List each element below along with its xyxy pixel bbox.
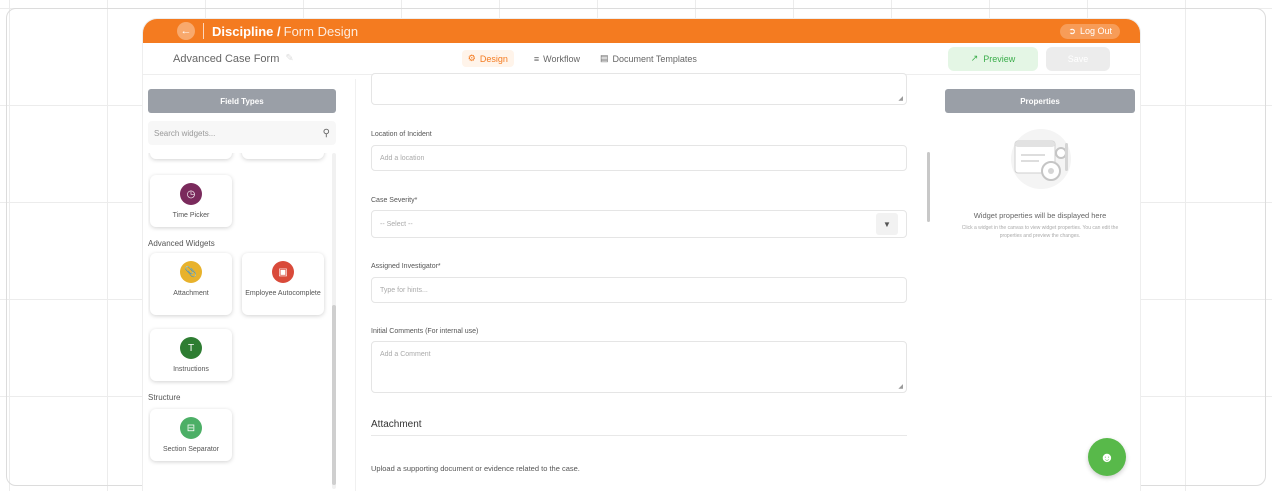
separator-icon: ⊟ [180,417,202,439]
tab-document-templates[interactable]: ▤ Document Templates [600,50,697,67]
save-label: Save [1067,53,1089,64]
comments-textarea[interactable]: Add a Comment ◢ [371,341,907,393]
textarea-field-partial[interactable]: ◢ [371,73,907,105]
tab-design[interactable]: ⚙ Design [461,50,514,67]
search-icon[interactable]: ⚲ [323,128,330,139]
edit-pencil-icon[interactable]: ✎ [285,53,293,64]
widget-search-input[interactable]: Search widgets... ⚲ [148,121,336,145]
widget-card-partial[interactable] [242,153,324,159]
investigator-placeholder: Type for hints... [380,286,428,294]
attachment-description: Upload a supporting document or evidence… [371,464,580,473]
tab-workflow[interactable]: ≡ Workflow [534,50,580,67]
investigator-input[interactable]: Type for hints... [371,277,907,303]
widget-label: Time Picker [172,212,210,219]
gear-icon: ⚙ [467,53,476,63]
settings-illustration-icon [1011,129,1071,189]
widget-list-scrollbar[interactable] [332,305,336,485]
comments-placeholder: Add a Comment [380,351,431,358]
advanced-widgets-heading: Advanced Widgets [148,239,215,248]
widget-employee-autocomplete[interactable]: ▣ Employee Autocomplete [242,253,324,315]
location-label: Location of Incident [371,131,432,138]
resize-handle-icon[interactable]: ◢ [898,383,903,390]
tab-label: Workflow [543,53,580,64]
module-title: Discipline / [212,23,281,39]
document-icon: ▤ [599,53,609,63]
location-placeholder: Add a location [380,154,425,162]
form-name[interactable]: Advanced Case Form [173,53,279,65]
severity-label: Case Severity* [371,197,418,204]
preview-button[interactable]: ↗ Preview [948,46,1038,71]
robot-icon: ☻ [1099,449,1115,465]
field-types-header: Field Types [148,89,336,113]
search-placeholder: Search widgets... [154,128,216,138]
widget-attachment[interactable]: 📎 Attachment [150,253,232,315]
top-bar: ← Discipline / Form Design ➲ Log Out [143,19,1140,43]
widget-label: Attachment [173,290,209,297]
logout-label: Log Out [1079,26,1112,36]
comments-label: Initial Comments (For internal use) [371,328,479,335]
arrow-left-icon[interactable]: ← [177,22,195,40]
widget-list: ◷ Time Picker Advanced Widgets 📎 Attachm… [148,153,330,491]
location-input[interactable]: Add a location [371,145,907,171]
section-divider [371,435,907,436]
workflow-icon: ≡ [533,53,540,64]
tab-label: Document Templates [612,53,697,64]
form-toolbar: Advanced Case Form ✎ ⚙ Design ≡ Workflow… [143,43,1140,75]
properties-header: Properties [945,89,1135,113]
form-scrollbar[interactable] [927,152,930,222]
widget-label: Employee Autocomplete [245,290,321,297]
widget-instructions[interactable]: T Instructions [150,329,232,381]
severity-select[interactable]: -- Select -- ▼ [371,210,907,238]
clock-icon: ◷ [180,183,202,205]
properties-panel: Properties Widget properties will be dis… [945,89,1135,491]
logout-icon: ➲ [1068,25,1076,36]
widget-section-separator[interactable]: ⊟ Section Separator [150,409,232,461]
properties-empty-description: Click a widget in the canvas to view wid… [961,225,1119,239]
external-link-icon: ↗ [970,53,979,63]
widget-time-picker[interactable]: ◷ Time Picker [150,175,232,227]
structure-heading: Structure [148,393,181,402]
page-title: Form Design [283,23,359,39]
paperclip-icon: 📎 [180,261,202,283]
scan-user-icon: ▣ [272,261,294,283]
investigator-label: Assigned Investigator* [371,263,441,270]
severity-value: -- Select -- [380,220,413,228]
text-icon: T [180,337,202,359]
tab-label: Design [479,53,508,64]
logout-button[interactable]: ➲ Log Out [1060,23,1120,39]
widget-card-partial[interactable] [150,153,232,159]
form-canvas: ◢ Location of Incident Add a location Ca… [355,73,925,491]
resize-handle-icon[interactable]: ◢ [898,95,903,102]
field-types-panel: Field Types Search widgets... ⚲ ◷ Time P… [148,89,336,491]
widget-label: Instructions [173,366,209,373]
save-button[interactable]: Save [1046,46,1110,71]
preview-label: Preview [983,53,1016,64]
title-divider [203,23,204,39]
chevron-down-icon[interactable]: ▼ [876,213,898,235]
widget-label: Section Separator [162,446,220,453]
app-window: ← Discipline / Form Design ➲ Log Out Adv… [143,19,1140,491]
properties-empty-title: Widget properties will be displayed here [973,211,1107,220]
assistant-bot-button[interactable]: ☻ [1088,438,1126,476]
attachment-section-title: Attachment [371,419,422,430]
mode-tabs: ⚙ Design ≡ Workflow ▤ Document Templates [461,50,697,67]
